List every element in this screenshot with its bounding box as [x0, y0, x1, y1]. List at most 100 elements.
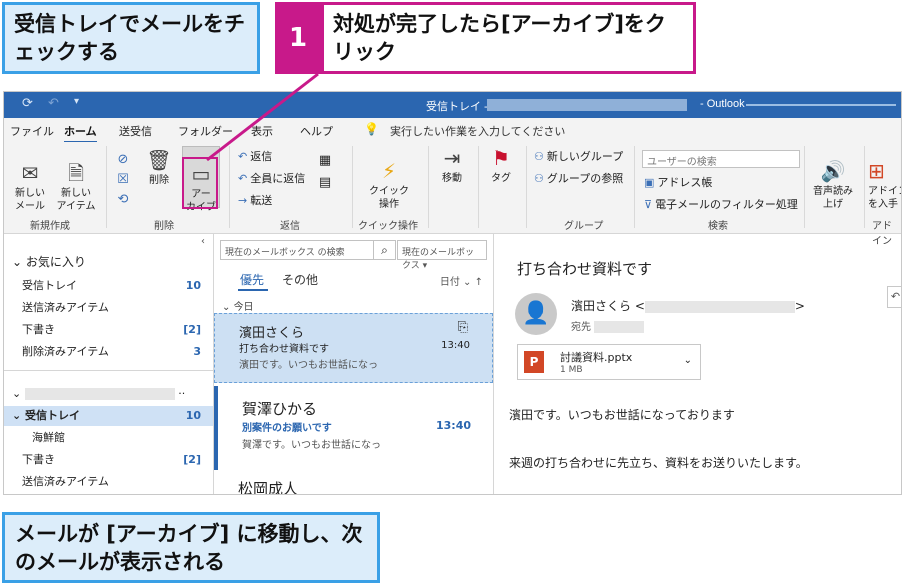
search-people-input[interactable]: ユーザーの検索 [642, 150, 800, 168]
sort-by-date[interactable]: 日付 ⌄ ↑ [440, 273, 483, 288]
meeting-icon[interactable]: ▦ ▤ [314, 150, 336, 194]
menu-bar: ファイル ホーム 送受信 フォルダー 表示 ヘルプ 💡 実行したい作業を入力して… [4, 118, 901, 143]
chevron-down-icon[interactable]: ⌄ [684, 355, 692, 366]
caption-bottom: メールが [アーカイブ] に移動し、次のメールが表示される [2, 512, 380, 583]
mailbox-search-input[interactable]: 現在のメールボックス の検索 [220, 240, 374, 260]
get-addins-button[interactable]: ⊞アドイン を入手 [868, 146, 901, 211]
sender-address-blurred [644, 300, 795, 313]
tags-button[interactable]: ⚑ タグ [486, 146, 516, 185]
tab-file[interactable]: ファイル [10, 123, 54, 139]
folder-pane: ‹ ⌄ お気に入り 受信トレイ 10 送信済みアイテム 下書き [2] 削除済みアイ… [4, 234, 214, 494]
delete-button[interactable]: 🗑 削除 [144, 148, 174, 187]
reply-all-button[interactable]: ↶ 全員に返信 [238, 170, 305, 186]
collapse-pane-icon[interactable]: ‹ [201, 236, 205, 247]
new-items-button[interactable]: 🗎 新しい アイテム [54, 148, 98, 213]
group-label-delete: 削除 [154, 221, 174, 232]
nav-folder-kaisenkan[interactable]: 海鮮館 [32, 428, 205, 448]
tell-me-box[interactable]: 実行したい作業を入力してください [390, 123, 565, 139]
read-aloud-button[interactable]: 🔊 音声読み 上げ [810, 146, 856, 211]
browse-group-icon: ⚇ [534, 172, 544, 185]
search-scope-dropdown[interactable]: 現在のメールボックス ▾ [397, 240, 487, 271]
mail-time: 13:40 [435, 419, 471, 432]
nav-favorite-drafts[interactable]: 下書き [2] [22, 320, 205, 340]
tab-folder[interactable]: フォルダー [178, 123, 233, 139]
message-subject: 打ち合わせ資料です [517, 260, 653, 278]
undo-icon[interactable]: ↶ [48, 96, 59, 111]
nav-account-sent[interactable]: 送信済みアイテム [22, 472, 205, 492]
reply-all-icon: ↶ [238, 172, 248, 185]
tab-help[interactable]: ヘルプ [300, 123, 333, 139]
reading-pane: 打ち合わせ資料です 👤 濱田さくら < > 宛先 P 討議資料.pptx 1 MB… [495, 234, 901, 494]
reply-icon: ↶ [238, 150, 248, 163]
forward-button[interactable]: → 転送 [238, 192, 272, 208]
mail-subject: 打ち合わせ資料です [239, 344, 329, 355]
nav-favorite-deleted[interactable]: 削除済みアイテム 3 [22, 342, 205, 362]
archive-button[interactable]: ▭ アー カイブ [182, 146, 220, 213]
ribbon-separator [864, 146, 865, 228]
ribbon-separator [428, 146, 429, 228]
archive-box-icon: ▭ [191, 162, 211, 186]
quick-access-dropdown-icon[interactable]: ▾ [74, 96, 79, 107]
flag-icon: ⚑ [492, 146, 510, 170]
nav-account-drafts[interactable]: 下書き [2] [22, 450, 205, 470]
sync-icon[interactable]: ⟳ [22, 96, 33, 111]
addins-grid-icon: ⊞ [868, 159, 885, 183]
group-label-find: 検索 [708, 221, 728, 232]
tab-focused[interactable]: 優先 [240, 271, 264, 288]
mail-item[interactable]: 濱田さくら ⎘ 打ち合わせ資料です 13:40 濱田です。いつもお世話になっ [214, 313, 493, 383]
reply-button[interactable]: ↶ 返信 [238, 148, 272, 164]
address-book-button[interactable]: ▣ アドレス帳 [644, 174, 712, 190]
nav-account-inbox[interactable]: ⌄ 受信トレイ 10 [4, 406, 213, 426]
mail-sender: 松岡成人 [238, 480, 299, 495]
ribbon-separator [526, 146, 527, 228]
date-group-header[interactable]: ⌄ 今日 [222, 298, 254, 313]
message-body-line: 濱田です。いつもお世話になっております [509, 408, 735, 422]
ignore-icon[interactable]: ⊘ ☒ ⟲ [112, 150, 134, 210]
window-title: 受信トレイ - [426, 101, 488, 113]
tab-home[interactable]: ホーム [64, 123, 97, 143]
avatar: 👤 [515, 293, 557, 335]
group-label-new: 新規作成 [30, 221, 70, 232]
ribbon-separator [478, 146, 479, 228]
envelope-icon: ✉ [21, 161, 39, 185]
tab-other[interactable]: その他 [282, 271, 318, 288]
group-label-respond: 返信 [280, 221, 300, 232]
powerpoint-icon: P [524, 351, 544, 373]
focused-underline [238, 289, 268, 291]
reply-arrow-icon[interactable]: ↶ [887, 286, 901, 308]
ribbon-separator [229, 146, 230, 228]
attachment-card[interactable]: P 討議資料.pptx 1 MB ⌄ [517, 344, 701, 380]
mail-item[interactable]: 松岡成人 [214, 470, 493, 495]
account-header[interactable]: ⌄ ·· [12, 384, 205, 404]
attachment-size: 1 MB [560, 365, 583, 375]
browse-groups-button[interactable]: ⚇ グループの参照 [534, 170, 623, 186]
recipient-blurred [594, 321, 645, 333]
mail-subject: 別案件のお願いです [242, 423, 332, 434]
nav-favorite-inbox[interactable]: 受信トレイ 10 [22, 276, 205, 296]
attachment-name: 討議資料.pptx [560, 351, 633, 364]
new-email-button[interactable]: ✉ 新しい メール [10, 148, 50, 213]
nav-divider [4, 370, 213, 371]
account-name-blurred [24, 388, 175, 400]
tab-view[interactable]: 表示 [251, 123, 273, 139]
favorites-header[interactable]: ⌄ お気に入り [12, 252, 205, 272]
speaker-icon: 🔊 [820, 159, 846, 183]
step-instruction: 対処が完了したら[アーカイブ]をクリック [321, 2, 696, 74]
paperclip-icon: ⎘ [457, 320, 468, 335]
ribbon-separator [106, 146, 107, 228]
filter-email-button[interactable]: ⊽ 電子メールのフィルター処理 [644, 196, 798, 212]
new-group-button[interactable]: ⚇ 新しいグループ [534, 148, 623, 164]
tab-send-receive[interactable]: 送受信 [119, 123, 152, 139]
move-button[interactable]: ⇥ 移動 [436, 146, 468, 185]
mail-item[interactable]: 賀澤ひかる 別案件のお願いです 13:40 賀澤です。いつもお世話になっ [214, 386, 493, 470]
group-label-quick-steps: クイック操作 [358, 221, 418, 232]
title-bar: ⟳ ↶ ▾ 受信トレイ - - Outlook [4, 92, 901, 118]
mail-sender: 濱田さくら [239, 326, 305, 341]
title-decoration [746, 104, 896, 106]
mail-time: 13:40 [441, 340, 470, 351]
ribbon: ✉ 新しい メール 🗎 新しい アイテム ⊘ ☒ ⟲ 🗑 削除 ▭ アー カイブ ↶ 返信 ↶… [4, 142, 901, 247]
nav-favorite-sent[interactable]: 送信済みアイテム [22, 298, 205, 318]
search-icon[interactable]: ⌕ [374, 240, 396, 260]
quick-steps-button[interactable]: ⚡ クイック 操作 [364, 146, 414, 211]
app-name: - Outlook [700, 98, 745, 110]
